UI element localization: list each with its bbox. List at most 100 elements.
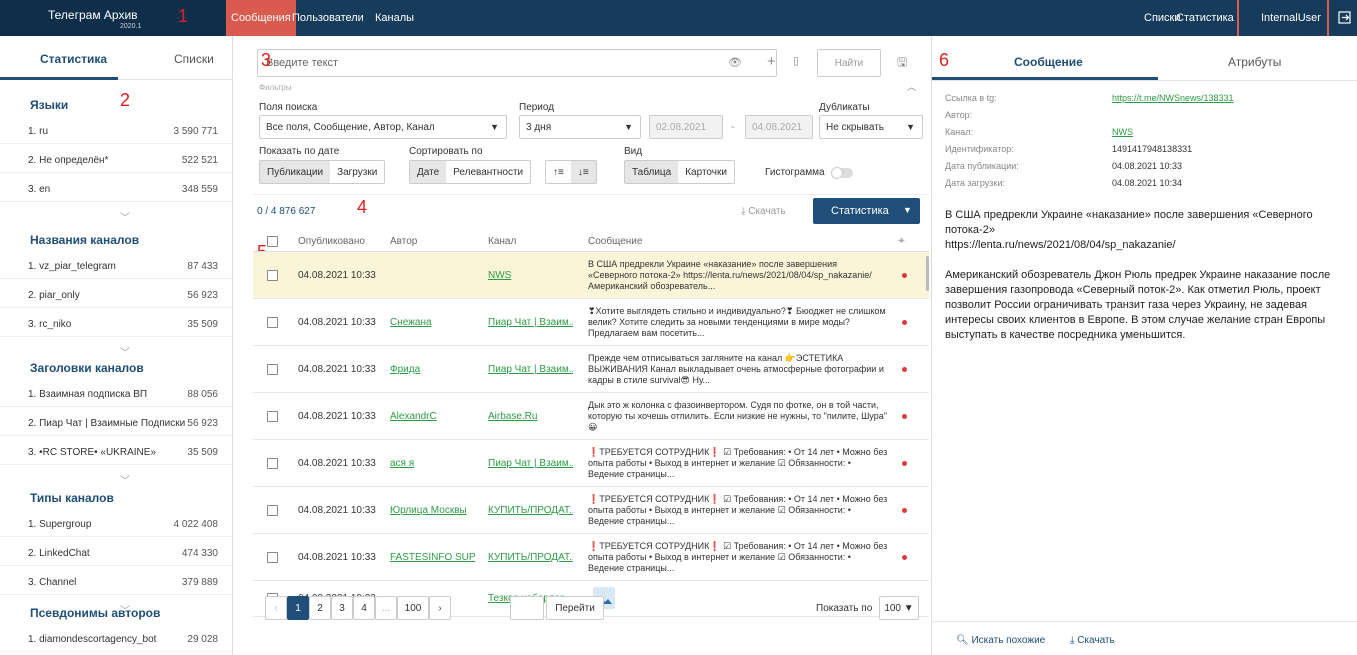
find-button[interactable]: Найти <box>817 49 881 77</box>
table-row[interactable]: 04.08.2021 10:33 NWS В США предрекли Укр… <box>253 252 929 299</box>
stat-row[interactable]: 3. en 348 559 <box>0 176 232 202</box>
histogram-toggle[interactable] <box>831 167 853 179</box>
row-channel[interactable]: Пиар Чат | Взаим... <box>488 317 573 328</box>
logout-icon[interactable] <box>1338 11 1351 24</box>
row-checkbox[interactable] <box>267 504 278 516</box>
stat-row[interactable]: 3. •RC STORE• «UKRAINE» 35 509 <box>0 439 232 465</box>
sort-desc-icon[interactable]: ↓≡ <box>570 161 596 183</box>
page-button-4[interactable]: 4 <box>353 596 375 620</box>
row-channel[interactable]: КУПИТЬ/ПРОДАТ... <box>488 505 573 516</box>
prev-page-button[interactable]: ‹ <box>265 596 287 620</box>
table-row[interactable]: 04.08.2021 10:33 Снежана Пиар Чат | Взаи… <box>253 299 929 346</box>
row-channel[interactable]: Пиар Чат | Взаим... <box>488 364 573 375</box>
fields-select[interactable]: Все поля, Сообщение, Автор, Канал ▼ <box>259 115 507 139</box>
col-published[interactable]: Опубликовано <box>298 236 365 247</box>
attr-value[interactable]: https://t.me/NWSnews/138331 <box>1112 93 1234 103</box>
row-channel[interactable]: Пиар Чат | Взаим... <box>488 458 573 469</box>
page-button-100[interactable]: 100 <box>397 596 429 620</box>
goto-button[interactable]: Перейти <box>546 596 604 620</box>
table-row[interactable]: 04.08.2021 10:33 ася я Пиар Чат | Взаим.… <box>253 440 929 487</box>
show-uploads[interactable]: Загрузки <box>330 161 384 183</box>
table-row[interactable]: 04.08.2021 10:33 Фрида Пиар Чат | Взаим.… <box>253 346 929 393</box>
row-author[interactable]: AlexandrC <box>390 411 475 422</box>
stat-row[interactable]: 2. Не определён* 522 521 <box>0 147 232 173</box>
row-channel[interactable]: КУПИТЬ/ПРОДАТ... <box>488 552 573 563</box>
tab-lists[interactable]: Списки <box>174 52 214 66</box>
stat-row[interactable]: 2. Пиар Чат | Взаимные Подписки 56 923 <box>0 410 232 436</box>
date-to-input[interactable]: 04.08.2021 <box>745 115 813 139</box>
stat-row[interactable]: 1. Взаимная подписка ВП 88 056 <box>0 381 232 407</box>
nav-messages[interactable]: Сообщения <box>226 0 296 36</box>
crosshair-icon[interactable]: ⌖ <box>898 233 905 248</box>
save-icon[interactable]: 🖫 <box>897 53 907 74</box>
nav-statistics[interactable]: Статистика <box>1171 0 1239 36</box>
page-button-3[interactable]: 3 <box>331 596 353 620</box>
caret-down-icon[interactable]: ▼ <box>903 205 912 215</box>
col-author[interactable]: Автор <box>390 236 417 247</box>
chevron-down-icon[interactable]: ﹀ <box>120 209 130 224</box>
stat-row[interactable]: 1. ru 3 590 771 <box>0 118 232 144</box>
row-checkbox[interactable] <box>267 410 278 422</box>
stat-row[interactable]: 1. diamondescortagency_bot 29 028 <box>0 626 232 652</box>
view-table[interactable]: Таблица <box>625 161 679 183</box>
copy-icon[interactable]: ▯ <box>793 54 799 67</box>
row-channel[interactable]: Airbase.Ru <box>488 411 573 422</box>
chevron-down-icon[interactable]: ﹀ <box>120 472 130 487</box>
stat-row[interactable]: 1. vz_piar_telegram 87 433 <box>0 253 232 279</box>
col-message[interactable]: Сообщение <box>588 236 642 247</box>
tab-message[interactable]: Сообщение <box>1014 55 1083 69</box>
row-author[interactable]: ася я <box>390 458 475 469</box>
brand[interactable]: Телеграм Архив 2020.1 <box>0 0 226 36</box>
table-row[interactable]: 04.08.2021 10:33 AlexandrC Airbase.Ru Ды… <box>253 393 929 440</box>
duplicates-select[interactable]: Не скрывать ▼ <box>819 115 923 139</box>
statistics-button[interactable]: Статистика ▼ <box>813 198 920 224</box>
sort-asc-icon[interactable]: ↑≡ <box>546 161 571 183</box>
page-button-1[interactable]: 1 <box>287 596 309 620</box>
stat-row[interactable]: 2. LinkedChat 474 330 <box>0 540 232 566</box>
row-author[interactable]: Юрлица Москвы <box>390 505 475 516</box>
row-checkbox[interactable] <box>267 363 278 375</box>
chevron-down-icon[interactable]: ﹀ <box>120 344 130 359</box>
table-row[interactable]: 04.08.2021 10:33 FASTESINFO SUPP... КУПИ… <box>253 534 929 581</box>
row-author[interactable]: Фрида <box>390 364 475 375</box>
nav-channels[interactable]: Каналы <box>370 0 419 36</box>
row-author[interactable]: Снежана <box>390 317 475 328</box>
chevron-up-icon[interactable]: ︿ <box>907 80 916 93</box>
download-message-button[interactable]: ⤓ Скачать <box>1070 635 1115 646</box>
stat-row[interactable]: 1. Supergroup 4 022 408 <box>0 511 232 537</box>
tab-attributes[interactable]: Атрибуты <box>1228 55 1281 69</box>
row-checkbox[interactable] <box>267 551 278 563</box>
eye-icon[interactable]: 👁 <box>728 56 742 69</box>
tab-statistics[interactable]: Статистика <box>40 52 107 66</box>
show-publications[interactable]: Публикации <box>260 161 331 183</box>
period-select[interactable]: 3 дня ▼ <box>519 115 641 139</box>
goto-page-input[interactable] <box>510 596 544 620</box>
table-scrollbar[interactable] <box>926 256 929 291</box>
col-channel[interactable]: Канал <box>488 236 516 247</box>
stat-row[interactable]: 3. rc_niko 35 509 <box>0 311 232 337</box>
select-all-checkbox[interactable] <box>267 236 278 247</box>
sort-relevance[interactable]: Релевантности <box>446 161 530 183</box>
page-button-2[interactable]: 2 <box>309 596 331 620</box>
view-cards[interactable]: Карточки <box>678 161 734 183</box>
message-link[interactable]: https://lenta.ru/news/2021/08/04/sp_naka… <box>945 238 1345 253</box>
download-results[interactable]: ⤓ Скачать <box>741 206 786 217</box>
per-page-select[interactable]: 100 ▼ <box>879 596 919 620</box>
nav-users[interactable]: Пользователи <box>287 0 369 36</box>
row-checkbox[interactable] <box>267 316 278 328</box>
date-from-input[interactable]: 02.08.2021 <box>649 115 723 139</box>
stat-row[interactable]: 2. piar_only 56 923 <box>0 282 232 308</box>
row-checkbox[interactable] <box>267 457 278 469</box>
row-checkbox[interactable] <box>267 269 278 281</box>
table-row[interactable]: 04.08.2021 10:33 Юрлица Москвы КУПИТЬ/ПР… <box>253 487 929 534</box>
row-channel[interactable]: NWS <box>488 270 573 281</box>
plus-icon[interactable]: + <box>767 53 776 70</box>
find-similar-button[interactable]: 🔍︎ Искать похожие <box>956 635 1045 646</box>
next-page-button[interactable]: › <box>429 596 451 620</box>
stat-row[interactable]: 3. Channel 379 889 <box>0 569 232 595</box>
row-author[interactable]: FASTESINFO SUPP... <box>390 552 475 563</box>
search-input[interactable]: Введите текст 👁 <box>257 49 777 77</box>
user-name[interactable]: InternalUser <box>1256 0 1326 36</box>
attr-value[interactable]: NWS <box>1112 127 1133 137</box>
sort-date[interactable]: Дате <box>410 161 447 183</box>
